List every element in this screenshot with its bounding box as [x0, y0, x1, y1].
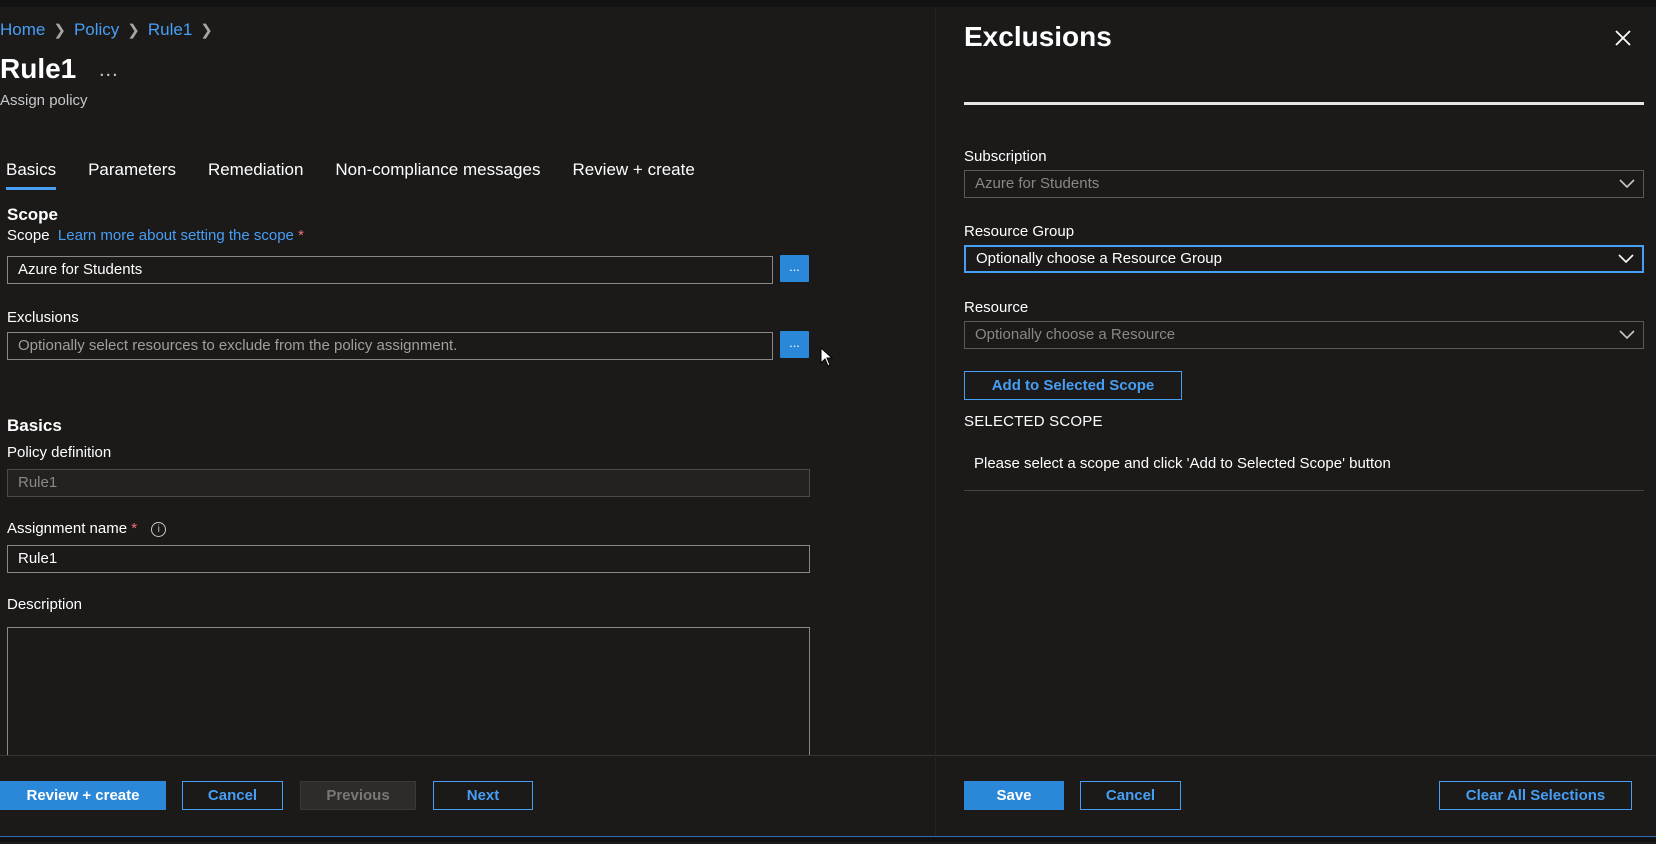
tab-basics[interactable]: Basics: [6, 160, 57, 190]
add-to-selected-scope-button[interactable]: Add to Selected Scope: [964, 371, 1182, 400]
chevron-down-icon: [1618, 254, 1634, 264]
chevron-right-icon: ❯: [127, 22, 140, 39]
basics-heading: Basics: [7, 416, 62, 435]
exclusions-label: Exclusions: [7, 309, 79, 326]
selected-scope-divider: [964, 490, 1644, 491]
save-button[interactable]: Save: [964, 781, 1064, 810]
tab-parameters[interactable]: Parameters: [88, 160, 176, 190]
selected-scope-message: Please select a scope and click 'Add to …: [974, 455, 1391, 472]
assignment-name-label-row: Assignment name * i: [7, 520, 167, 537]
more-options-icon[interactable]: ...: [99, 59, 119, 82]
chevron-right-icon: ❯: [53, 22, 66, 39]
scope-label-row: Scope Learn more about setting the scope…: [7, 227, 304, 244]
scope-heading: Scope: [7, 205, 59, 224]
review-create-button[interactable]: Review + create: [0, 781, 166, 810]
resource-placeholder: Optionally choose a Resource: [975, 326, 1176, 343]
assignment-name-label: Assignment name: [7, 520, 128, 537]
resource-group-label: Resource Group: [964, 223, 1075, 240]
resource-group-value: Optionally choose a Resource Group: [976, 250, 1222, 267]
scope-input[interactable]: Azure for Students: [7, 256, 773, 284]
subscription-label: Subscription: [964, 148, 1047, 165]
exclusions-panel-title: Exclusions: [964, 21, 1112, 52]
tab-bar: Basics Parameters Remediation Non-compli…: [6, 160, 727, 190]
policy-definition-field: Rule1: [7, 469, 810, 497]
chevron-right-icon: ❯: [200, 22, 213, 39]
page-subtitle: Assign policy: [0, 92, 88, 109]
breadcrumb-rule1[interactable]: Rule1: [148, 20, 192, 40]
breadcrumb: Home ❯ Policy ❯ Rule1 ❯: [0, 20, 213, 40]
mouse-cursor-icon: [820, 347, 834, 367]
chevron-down-icon: [1619, 330, 1635, 340]
assignment-name-input[interactable]: Rule1: [7, 545, 810, 573]
required-marker: *: [298, 227, 304, 244]
exclusions-footer: Save Cancel Clear All Selections: [936, 755, 1656, 844]
selected-scope-heading: SELECTED SCOPE: [964, 413, 1103, 430]
page-title: Rule1: [0, 53, 77, 84]
assign-policy-pane: Home ❯ Policy ❯ Rule1 ❯ Rule1 ... Assign…: [0, 7, 935, 844]
resource-label: Resource: [964, 299, 1029, 316]
panel-cancel-button[interactable]: Cancel: [1080, 781, 1181, 810]
breadcrumb-home[interactable]: Home: [0, 20, 45, 40]
close-icon[interactable]: [1612, 27, 1634, 49]
resource-group-dropdown[interactable]: Optionally choose a Resource Group: [964, 245, 1644, 273]
breadcrumb-policy[interactable]: Policy: [74, 20, 119, 40]
resource-dropdown[interactable]: Optionally choose a Resource: [964, 321, 1644, 349]
subscription-value: Azure for Students: [975, 175, 1100, 192]
previous-button[interactable]: Previous: [300, 781, 416, 810]
scope-label: Scope: [7, 227, 50, 244]
cancel-button[interactable]: Cancel: [182, 781, 283, 810]
policy-definition-label: Policy definition: [7, 444, 112, 461]
scope-browse-button[interactable]: ...: [780, 255, 809, 282]
subscription-dropdown[interactable]: Azure for Students: [964, 170, 1644, 198]
tab-non-compliance-messages[interactable]: Non-compliance messages: [335, 160, 540, 190]
left-footer: Review + create Cancel Previous Next: [0, 755, 935, 844]
exclusions-browse-button[interactable]: ...: [780, 331, 809, 358]
chevron-down-icon: [1619, 179, 1635, 189]
panel-divider: [964, 102, 1644, 105]
info-icon[interactable]: i: [151, 521, 167, 537]
tab-review-create[interactable]: Review + create: [572, 160, 694, 190]
description-label: Description: [7, 596, 83, 613]
tab-remediation[interactable]: Remediation: [208, 160, 303, 190]
required-marker: *: [131, 520, 138, 537]
clear-all-selections-button[interactable]: Clear All Selections: [1439, 781, 1632, 810]
description-textarea[interactable]: [7, 627, 810, 763]
next-button[interactable]: Next: [433, 781, 533, 810]
top-strip: [0, 0, 1656, 7]
bottom-strip: [0, 836, 1656, 842]
learn-more-scope-link[interactable]: Learn more about setting the scope: [58, 227, 294, 244]
exclusions-panel: Exclusions Subscription Azure for Studen…: [935, 7, 1656, 836]
exclusions-input[interactable]: Optionally select resources to exclude f…: [7, 332, 773, 360]
